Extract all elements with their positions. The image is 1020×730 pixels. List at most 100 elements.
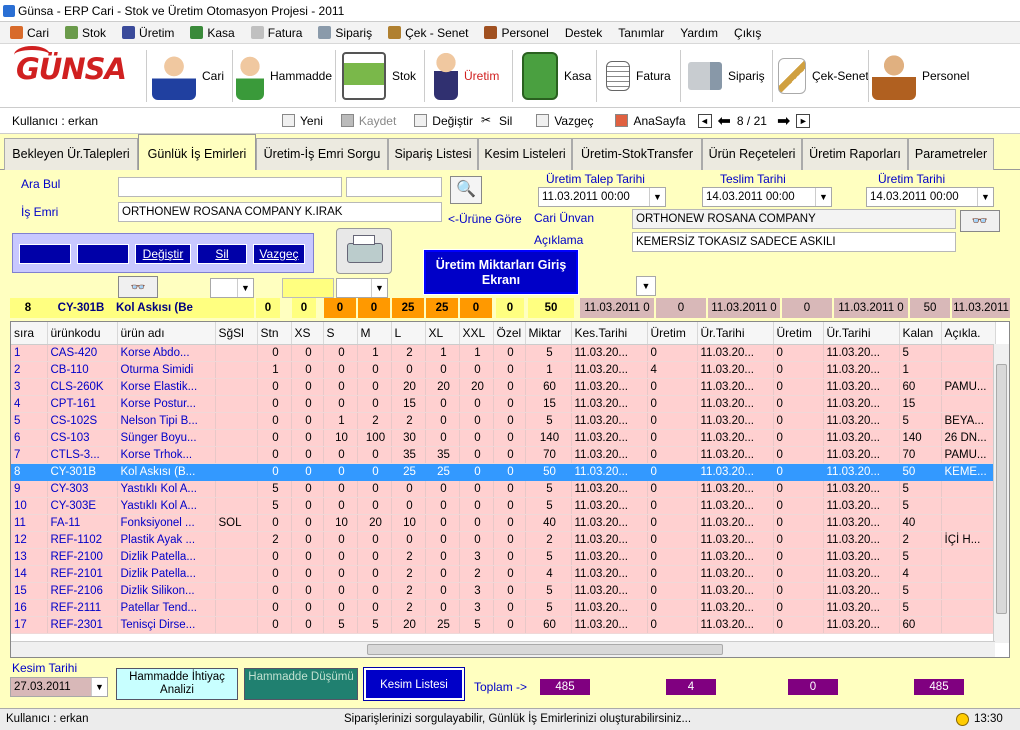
table-cell[interactable]: 0	[647, 446, 698, 464]
table-cell[interactable]: 0	[357, 548, 392, 566]
table-cell[interactable]	[215, 531, 258, 549]
table-cell[interactable]: 0	[257, 395, 292, 413]
table-cell[interactable]: 0	[357, 599, 392, 617]
table-cell[interactable]	[215, 548, 258, 566]
table-cell[interactable]: REF-1102	[47, 531, 118, 549]
table-cell[interactable]: 11.03.20...	[697, 412, 774, 430]
menu-cek-senet[interactable]: Çek - Senet	[388, 26, 468, 40]
column-header[interactable]: XS	[291, 322, 324, 345]
table-cell[interactable]	[215, 497, 258, 515]
tab-bekleyen[interactable]: Bekleyen Ür.Talepleri	[4, 138, 138, 170]
table-cell[interactable]: 0	[493, 582, 526, 600]
panel-field-2[interactable]	[77, 244, 129, 264]
table-cell[interactable]: 0	[425, 582, 460, 600]
table-cell[interactable]: CPT-161	[47, 395, 118, 413]
table-cell[interactable]: 5	[899, 599, 942, 617]
column-header[interactable]: XL	[425, 322, 460, 345]
table-cell[interactable]: Oturma Simidi	[117, 361, 216, 379]
last-record-icon[interactable]: ►	[796, 113, 811, 128]
table-cell[interactable]: 0	[425, 531, 460, 549]
table-cell[interactable]: 11.03.20...	[697, 395, 774, 413]
table-cell[interactable]: 11.03.20...	[823, 497, 900, 515]
table-cell[interactable]: 1	[525, 361, 572, 379]
table-cell[interactable]: 10	[323, 514, 358, 532]
request-date-picker[interactable]: 11.03.2011 00:00 ▼	[538, 187, 666, 207]
table-cell[interactable]: 0	[291, 616, 324, 634]
table-cell[interactable]	[215, 361, 258, 379]
table-cell[interactable]: 11.03.20...	[823, 599, 900, 617]
table-cell[interactable]: 0	[773, 344, 824, 362]
toolbar-cari-button[interactable]: Cari	[152, 48, 224, 104]
table-cell[interactable]: 0	[357, 395, 392, 413]
menu-siparis[interactable]: Sipariş	[318, 26, 372, 40]
table-cell[interactable]: 5	[459, 616, 494, 634]
table-cell[interactable]: 11.03.20...	[697, 480, 774, 498]
table-cell[interactable]: 11.03.20...	[697, 531, 774, 549]
table-cell[interactable]: 1	[357, 344, 392, 362]
customer-field[interactable]: ORTHONEW ROSANA COMPANY	[632, 209, 956, 229]
table-cell[interactable]: 0	[425, 395, 460, 413]
table-cell[interactable]: 11.03.20...	[823, 361, 900, 379]
table-cell[interactable]: 0	[773, 514, 824, 532]
column-header[interactable]: Ür.Tarihi	[697, 322, 774, 345]
table-cell[interactable]: Korse Elastik...	[117, 378, 216, 396]
table-cell[interactable]: 11.03.20...	[697, 378, 774, 396]
table-cell[interactable]: PAMU...	[941, 446, 996, 464]
table-cell[interactable]: 0	[647, 565, 698, 583]
table-cell[interactable]: 0	[291, 514, 324, 532]
table-cell[interactable]: 11.03.20...	[823, 582, 900, 600]
tab-parametreler[interactable]: Parametreler	[908, 138, 994, 170]
table-cell[interactable]: 0	[357, 497, 392, 515]
table-cell[interactable]: 13	[11, 548, 48, 566]
table-cell[interactable]	[941, 395, 996, 413]
table-cell[interactable]: 40	[525, 514, 572, 532]
table-cell[interactable]: 0	[459, 429, 494, 447]
prev-record-icon[interactable]: ⬅	[718, 111, 731, 131]
table-cell[interactable]: 0	[647, 582, 698, 600]
horizontal-scroll-thumb[interactable]	[367, 644, 723, 655]
table-cell[interactable]: 0	[493, 429, 526, 447]
table-cell[interactable]: 5	[525, 497, 572, 515]
tab-urun-receteleri[interactable]: Ürün Reçeteleri	[702, 138, 802, 170]
table-cell[interactable]: 50	[899, 463, 942, 481]
table-cell[interactable]: 2	[459, 565, 494, 583]
delivery-date-picker[interactable]: 14.03.2011 00:00 ▼	[702, 187, 832, 207]
table-cell[interactable]: 30	[391, 429, 426, 447]
table-cell[interactable]: 0	[323, 395, 358, 413]
table-cell[interactable]: REF-2301	[47, 616, 118, 634]
table-cell[interactable]: 0	[257, 429, 292, 447]
table-cell[interactable]: 2	[391, 582, 426, 600]
table-cell[interactable]: 0	[493, 463, 526, 481]
table-cell[interactable]: 0	[291, 412, 324, 430]
table-cell[interactable]: 6	[11, 429, 48, 447]
table-cell[interactable]: Korse Abdo...	[117, 344, 216, 362]
table-cell[interactable]: 15	[525, 395, 572, 413]
filter-combo-2[interactable]: ▼	[336, 278, 388, 298]
search-input-2[interactable]	[346, 177, 442, 197]
table-cell[interactable]: Korse Trhok...	[117, 446, 216, 464]
table-cell[interactable]: 11.03.20...	[697, 548, 774, 566]
table-cell[interactable]: 0	[291, 497, 324, 515]
table-cell[interactable]: 0	[323, 548, 358, 566]
table-cell[interactable]: 20	[357, 514, 392, 532]
table-cell[interactable]: 0	[459, 412, 494, 430]
table-cell[interactable]: 9	[11, 480, 48, 498]
first-record-icon[interactable]: ◄	[697, 113, 712, 128]
next-record-icon[interactable]: ➡	[777, 111, 790, 131]
table-cell[interactable]: 11.03.20...	[697, 514, 774, 532]
table-cell[interactable]: Dizlik Silikon...	[117, 582, 216, 600]
cut-list-button[interactable]: Kesim Listesi	[363, 667, 465, 701]
table-cell[interactable]: 60	[899, 378, 942, 396]
description-field[interactable]: KEMERSİZ TOKASIZ SADECE ASKILI	[632, 232, 956, 252]
table-cell[interactable]: 11.03.20...	[823, 565, 900, 583]
table-cell[interactable]: 0	[459, 531, 494, 549]
table-cell[interactable]: 0	[257, 463, 292, 481]
table-cell[interactable]: 15	[391, 395, 426, 413]
table-cell[interactable]: 11.03.20...	[697, 599, 774, 617]
table-cell[interactable]: Tenisçi Dirse...	[117, 616, 216, 634]
table-cell[interactable]: 0	[493, 344, 526, 362]
toolbar-kasa-button[interactable]: Kasa	[522, 48, 591, 104]
table-cell[interactable]: 0	[493, 616, 526, 634]
table-cell[interactable]: 11.03.20...	[571, 344, 648, 362]
search-input[interactable]	[118, 177, 342, 197]
